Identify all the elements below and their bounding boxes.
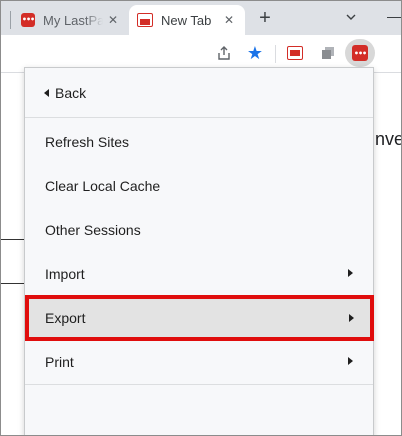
back-label: Back [55,84,87,101]
lastpass-icon: ••• [352,45,368,61]
lastpass-menu: Back Refresh Sites Clear Local Cache Oth… [24,67,374,435]
menu-item-label: Clear Local Cache [45,178,161,194]
menu-item-other-sessions[interactable]: Other Sessions [25,208,373,252]
menu-item-refresh-sites[interactable]: Refresh Sites [25,120,373,164]
menu-item-label: Other Sessions [45,222,141,238]
close-icon[interactable]: ✕ [103,13,123,27]
share-button[interactable] [215,44,233,62]
menu-item-label: Print [45,354,74,370]
menu-item-clear-local-cache[interactable]: Clear Local Cache [25,164,373,208]
bookmark-star-icon[interactable]: ★ [246,44,264,62]
chevron-down-icon [346,14,356,20]
extensions-puzzle-button[interactable] [319,44,337,62]
share-icon [218,46,230,60]
tab-title: My LastPass Vault [43,12,103,28]
lastpass-extension-button[interactable]: ••• [345,39,375,67]
menu-item-label: Refresh Sites [45,134,130,150]
menu-item-print[interactable]: Print [25,340,373,384]
pdf-extension-icon[interactable] [286,44,304,62]
page-divider [1,283,25,284]
menu-item-label: Import [45,266,85,282]
minimize-icon[interactable] [387,17,401,18]
tab-divider [10,11,11,29]
toolbar-separator [275,45,276,63]
caret-right-icon [349,314,354,322]
caret-right-icon [348,357,353,365]
page-partial-text: nve [375,129,402,149]
tab-strip: ••• My LastPass Vault ✕ New Tab ✕ + [1,1,401,35]
tab-title: New Tab [161,12,212,28]
tab-new-tab[interactable]: New Tab ✕ [129,5,245,35]
new-tab-button[interactable]: + [253,7,277,31]
menu-item-import[interactable]: Import [25,252,373,296]
lastpass-icon: ••• [21,13,35,27]
copy-icon [322,47,334,59]
tab-lastpass-vault[interactable]: ••• My LastPass Vault ✕ [13,5,129,35]
browser-window: ••• My LastPass Vault ✕ New Tab ✕ + ★ [0,0,402,436]
close-icon[interactable]: ✕ [219,13,239,27]
menu-item-export[interactable]: Export [25,295,374,341]
page-divider [1,239,25,240]
caret-right-icon [348,269,353,277]
tab-search-button[interactable] [339,7,363,27]
menu-item-label: Export [45,310,86,326]
back-button[interactable]: Back [25,68,373,118]
pdf-icon [137,13,153,27]
menu-divider [25,384,373,385]
caret-left-icon [44,88,49,97]
